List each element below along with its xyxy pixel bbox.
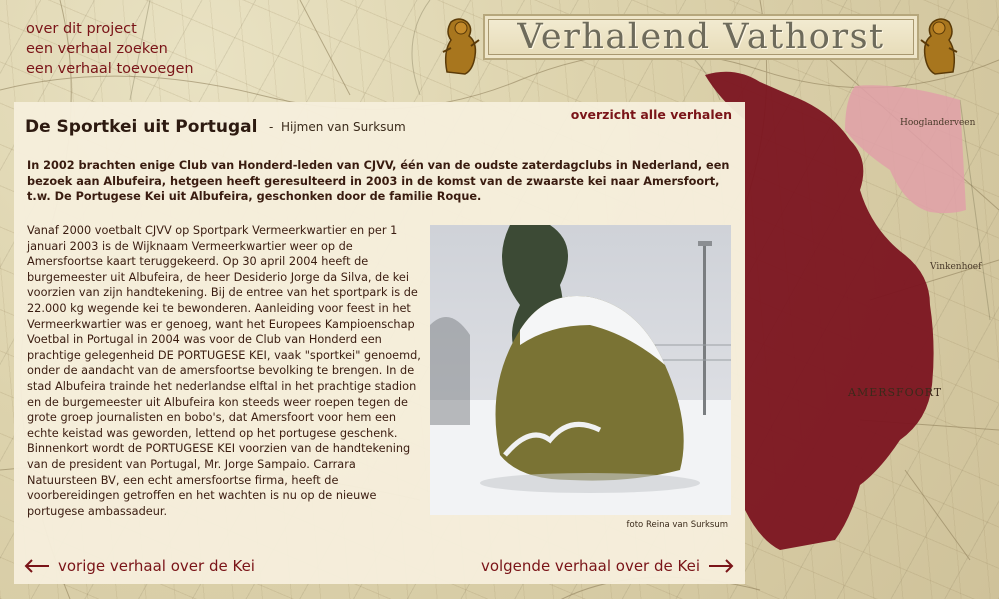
map-label-vinkenhoef: Vinkenhoef [930,262,982,272]
lion-crest-icon [442,18,480,75]
top-navigation: over dit project een verhaal zoeken een … [26,19,194,79]
previous-story-link[interactable]: vorige verhaal over de Kei [24,557,255,575]
overview-all-stories-link[interactable]: overzicht alle verhalen [571,107,732,122]
arrow-right-icon [709,559,734,573]
nav-item-een-verhaal-toevoegen[interactable]: een verhaal toevoegen [26,59,194,79]
site-banner: Verhalend Vathorst [483,14,919,60]
site-title: Verhalend Vathorst [517,17,885,57]
lion-crest-icon [920,18,958,75]
previous-story-label: vorige verhaal over de Kei [58,557,255,575]
story-panel: De Sportkei uit Portugal - Hijmen van Su… [14,102,745,584]
story-lead: In 2002 brachten enige Club van Honderd-… [27,159,730,204]
map-label-hooglanderveen: Hooglanderveen [900,118,976,128]
next-story-label: volgende verhaal over de Kei [480,557,700,575]
next-story-link[interactable]: volgende verhaal over de Kei [481,557,734,575]
arrow-left-icon [24,559,49,573]
byline-separator: - [269,120,274,134]
story-byline: - Hijmen van Surksum [269,120,406,134]
story-body: Vanaf 2000 voetbalt CJVV op Sportpark Ve… [27,224,421,518]
story-photo [430,225,731,515]
nav-item-een-verhaal-zoeken[interactable]: een verhaal zoeken [26,39,194,59]
story-author: Hijmen van Surksum [280,120,406,134]
story-title: De Sportkei uit Portugal [25,117,258,137]
map-label-amersfoort: AMERSFOORT [848,386,943,399]
photo-caption: foto Reina van Surksum [626,520,728,530]
nav-item-over-dit-project[interactable]: over dit project [26,19,194,39]
